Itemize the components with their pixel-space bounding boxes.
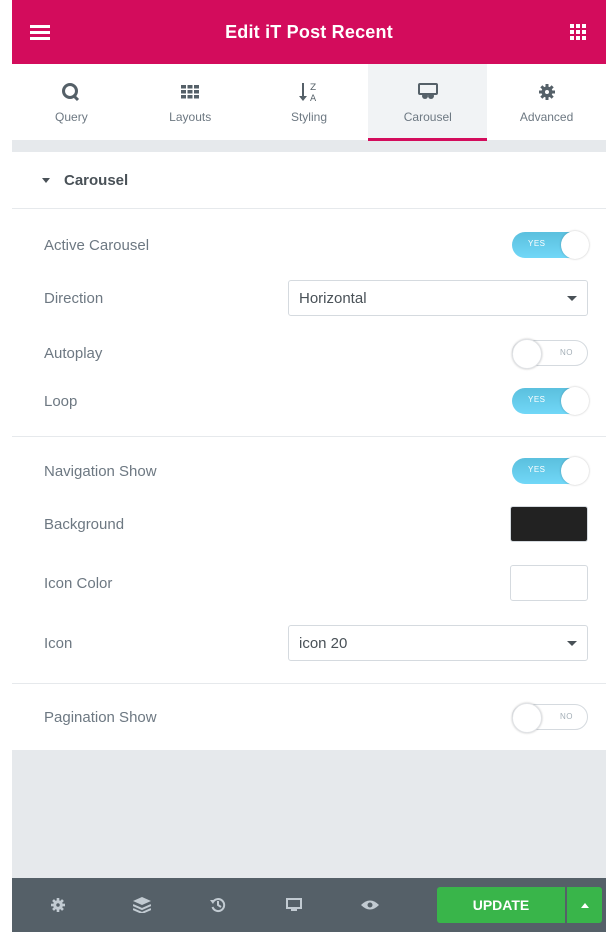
control-background: Background bbox=[12, 506, 606, 542]
grid-icon bbox=[181, 80, 200, 104]
icon-color-picker[interactable] bbox=[510, 565, 588, 601]
toggle-state-text: YES bbox=[528, 239, 546, 248]
toggle-state-text: NO bbox=[560, 712, 573, 721]
pagination-show-label: Pagination Show bbox=[44, 708, 157, 726]
update-options-button[interactable] bbox=[567, 887, 602, 923]
control-autoplay: Autoplay NO bbox=[12, 336, 606, 370]
svg-text:A: A bbox=[310, 94, 317, 103]
panel-header: Edit iT Post Recent bbox=[12, 0, 606, 64]
background-color-picker[interactable] bbox=[510, 506, 588, 542]
settings-button[interactable] bbox=[12, 878, 104, 932]
section-header-carousel[interactable]: Carousel bbox=[12, 152, 606, 209]
autoplay-toggle[interactable]: NO bbox=[512, 339, 588, 369]
panel-footer: UPDATE bbox=[12, 878, 606, 932]
toggle-state-text: NO bbox=[560, 348, 573, 357]
widgets-button[interactable] bbox=[550, 0, 606, 64]
autoplay-label: Autoplay bbox=[44, 344, 103, 362]
section-title: Carousel bbox=[64, 171, 129, 189]
hamburger-icon bbox=[30, 25, 50, 40]
carousel-icon bbox=[417, 80, 438, 104]
direction-select[interactable]: Horizontal bbox=[288, 280, 588, 316]
loop-label: Loop bbox=[44, 392, 78, 410]
toggle-state-text: YES bbox=[528, 395, 546, 404]
history-button[interactable] bbox=[180, 878, 256, 932]
tab-layouts-label: Layouts bbox=[169, 110, 212, 124]
grid-icon bbox=[569, 24, 586, 40]
control-pagination-show: Pagination Show NO bbox=[12, 700, 606, 734]
navigation-show-label: Navigation Show bbox=[44, 462, 157, 480]
direction-label: Direction bbox=[44, 289, 104, 307]
toggle-knob bbox=[512, 339, 542, 369]
caret-down-icon bbox=[42, 177, 50, 183]
background-label: Background bbox=[44, 515, 125, 533]
toggle-knob bbox=[512, 703, 542, 733]
icon-color-label: Icon Color bbox=[44, 574, 113, 592]
icon-select[interactable]: icon 20 bbox=[288, 625, 588, 661]
tab-styling[interactable]: Z A Styling bbox=[250, 64, 369, 140]
update-button[interactable]: UPDATE bbox=[437, 887, 565, 923]
navigation-show-toggle[interactable]: YES bbox=[512, 457, 589, 485]
control-direction: Direction Horizontal bbox=[12, 280, 606, 316]
toggle-knob bbox=[561, 387, 589, 415]
svg-text:Z: Z bbox=[310, 83, 316, 93]
history-icon bbox=[210, 898, 226, 913]
section-separator bbox=[12, 141, 606, 152]
panel-tabs: Query Layouts Z A Styling Carousel Advan… bbox=[12, 64, 606, 141]
pagination-show-toggle[interactable]: NO bbox=[512, 703, 588, 733]
panel-title: Edit iT Post Recent bbox=[225, 21, 393, 42]
tab-query-label: Query bbox=[55, 110, 88, 124]
loop-toggle[interactable]: YES bbox=[512, 387, 589, 415]
control-loop: Loop YES bbox=[12, 384, 606, 418]
preview-button[interactable] bbox=[332, 878, 408, 932]
control-icon-color: Icon Color bbox=[12, 565, 606, 601]
tab-carousel-label: Carousel bbox=[403, 110, 452, 124]
tab-advanced-label: Advanced bbox=[519, 110, 574, 124]
gear-icon bbox=[538, 80, 555, 104]
gear-icon bbox=[51, 898, 65, 912]
menu-button[interactable] bbox=[12, 0, 68, 64]
tab-advanced[interactable]: Advanced bbox=[487, 64, 606, 140]
toggle-knob bbox=[561, 231, 589, 259]
eye-icon bbox=[361, 900, 379, 910]
icon-label: Icon bbox=[44, 634, 73, 652]
dropdown-arrow-icon bbox=[567, 296, 577, 301]
control-icon: Icon icon 20 bbox=[12, 625, 606, 661]
editor-panel: Edit iT Post Recent Query Layouts Z A St… bbox=[12, 0, 606, 932]
tab-query[interactable]: Query bbox=[12, 64, 131, 140]
query-q-icon bbox=[61, 80, 81, 104]
navigator-button[interactable] bbox=[104, 878, 180, 932]
responsive-mode-button[interactable] bbox=[256, 878, 332, 932]
divider bbox=[12, 436, 606, 437]
sort-alpha-icon: Z A bbox=[298, 80, 320, 104]
control-navigation-show: Navigation Show YES bbox=[12, 454, 606, 488]
toggle-state-text: YES bbox=[528, 465, 546, 474]
active-carousel-label: Active Carousel bbox=[44, 236, 150, 254]
active-carousel-toggle[interactable]: YES bbox=[512, 231, 589, 259]
icon-value: icon 20 bbox=[299, 634, 348, 652]
control-active-carousel: Active Carousel YES bbox=[12, 228, 606, 262]
tab-carousel[interactable]: Carousel bbox=[368, 64, 488, 141]
panel-empty-area bbox=[12, 750, 606, 878]
tab-styling-label: Styling bbox=[290, 110, 327, 124]
desktop-icon bbox=[286, 898, 302, 911]
toggle-knob bbox=[561, 457, 589, 485]
dropdown-arrow-icon bbox=[567, 641, 577, 646]
layers-icon bbox=[133, 897, 151, 913]
caret-up-icon bbox=[580, 902, 589, 908]
left-edge bbox=[0, 0, 12, 932]
direction-value: Horizontal bbox=[299, 289, 367, 307]
divider bbox=[12, 683, 606, 684]
tab-layouts[interactable]: Layouts bbox=[131, 64, 250, 140]
